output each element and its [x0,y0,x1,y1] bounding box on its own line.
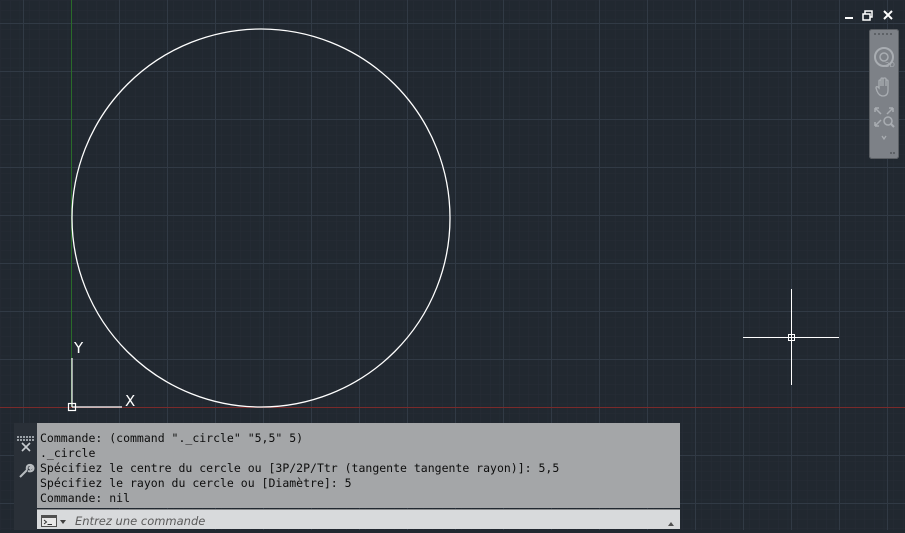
command-line-side-panel [14,423,37,530]
command-input-bar [37,509,680,529]
navigation-bar[interactable]: 2D [869,29,899,159]
ucs-x-label: X [125,392,135,410]
history-line: Spécifiez le rayon du cercle ou [Diamètr… [40,476,680,491]
command-input[interactable] [73,511,667,530]
minimize-icon[interactable] [842,6,856,24]
caret-up-icon[interactable] [666,514,676,524]
close-icon[interactable] [881,6,895,24]
history-line: Commande: (command "._circle" "5,5" 5) [40,431,680,446]
history-line: Commande: nil [40,491,680,506]
grip-icon[interactable] [17,427,34,433]
command-history: Commande: (command "._circle" "5,5" 5) .… [37,423,680,508]
restore-icon[interactable] [861,6,875,24]
history-line: ._circle [40,446,680,461]
navbar-grip-icon[interactable] [872,33,896,35]
ucs-y-label: Y [73,339,84,357]
history-line: Spécifiez le centre du cercle ou [3P/2P/… [40,461,680,476]
pan-icon[interactable] [872,75,896,99]
customize-wrench-icon[interactable] [17,462,35,480]
close-icon[interactable] [19,439,33,453]
chevron-down-icon[interactable] [872,129,896,141]
steering-wheel-icon[interactable]: 2D [872,45,896,69]
svg-text:2D: 2D [885,61,895,69]
command-prompt-icon[interactable] [41,513,67,526]
navbar-bottom-grip-icon[interactable] [872,152,896,154]
zoom-extents-icon[interactable] [872,105,896,129]
